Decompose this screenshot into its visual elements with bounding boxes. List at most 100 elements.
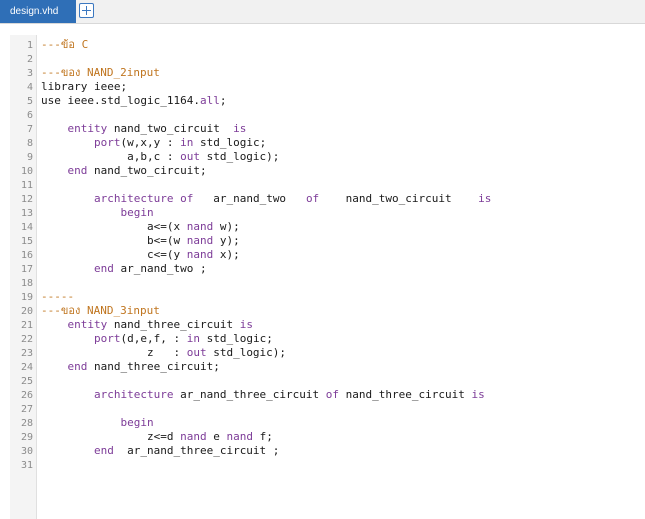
line-number: 27 bbox=[20, 404, 33, 415]
keyword-token: in bbox=[186, 332, 200, 345]
plus-square-icon[interactable] bbox=[79, 3, 94, 18]
line-number: 18 bbox=[20, 278, 33, 289]
code-line[interactable]: 26 architecture ar_nand_three_circuit of… bbox=[10, 388, 645, 402]
code-line[interactable]: 28 begin bbox=[10, 416, 645, 430]
code-token: f; bbox=[252, 430, 273, 443]
keyword-token: out bbox=[186, 346, 207, 359]
code-text: begin bbox=[41, 416, 153, 430]
code-line[interactable]: 29 z<=d nand e nand f; bbox=[10, 430, 645, 444]
code-token: ar_nand_three_circuit bbox=[173, 388, 326, 401]
code-line[interactable]: 24 end nand_three_circuit; bbox=[10, 360, 645, 374]
code-text: entity nand_three_circuit is bbox=[41, 318, 253, 332]
code-line[interactable]: 17 end ar_nand_two ; bbox=[10, 262, 645, 276]
code-token: x); bbox=[213, 248, 240, 261]
line-number: 12 bbox=[20, 194, 33, 205]
code-line[interactable]: 7 entity nand_two_circuit is bbox=[10, 122, 645, 136]
line-number: 6 bbox=[26, 110, 33, 121]
code-line[interactable]: 31 bbox=[10, 458, 645, 472]
code-token: ; bbox=[219, 94, 227, 107]
code-text: end ar_nand_two ; bbox=[41, 262, 207, 276]
code-line[interactable]: 1 ---ข้อ C bbox=[10, 38, 645, 52]
tab-design-vhd[interactable]: design.vhd bbox=[0, 0, 76, 23]
code-text: ----- bbox=[41, 290, 74, 304]
line-number: 23 bbox=[20, 348, 33, 359]
code-token: use ieee.std_logic_1164. bbox=[41, 94, 200, 107]
line-number: 5 bbox=[26, 96, 33, 107]
keyword-token: out bbox=[180, 150, 200, 163]
code-line[interactable]: 18 bbox=[10, 276, 645, 290]
code-text: use ieee.std_logic_1164.all; bbox=[41, 94, 226, 108]
code-line[interactable]: 13 begin bbox=[10, 206, 645, 220]
code-line[interactable]: 30 end ar_nand_three_circuit ; bbox=[10, 444, 645, 458]
line-number: 31 bbox=[20, 460, 33, 471]
line-number: 29 bbox=[20, 432, 33, 443]
keyword-token: all bbox=[199, 94, 220, 107]
code-line[interactable]: 3 ---ของ NAND_2input bbox=[10, 66, 645, 80]
code-line[interactable]: 6 bbox=[10, 108, 645, 122]
keyword-token: of bbox=[325, 388, 340, 401]
code-token: std_logic; bbox=[199, 332, 273, 345]
code-line[interactable]: 21 entity nand_three_circuit is bbox=[10, 318, 645, 332]
line-number: 7 bbox=[26, 124, 33, 135]
code-text: z<=d nand e nand f; bbox=[41, 430, 273, 444]
line-number: 26 bbox=[20, 390, 33, 401]
keyword-token: is bbox=[233, 122, 247, 135]
code-line[interactable]: 16 c<=(y nand x); bbox=[10, 248, 645, 262]
keyword-token: architecture bbox=[93, 388, 174, 401]
code-line[interactable]: 9 a,b,c : out std_logic); bbox=[10, 150, 645, 164]
keyword-token: is bbox=[478, 192, 492, 205]
code-text: end ar_nand_three_circuit ; bbox=[41, 444, 279, 458]
code-token: a<=(x bbox=[41, 220, 187, 233]
code-text: end nand_two_circuit; bbox=[41, 164, 207, 178]
line-number: 3 bbox=[26, 68, 33, 79]
code-line[interactable]: 25 bbox=[10, 374, 645, 388]
code-text: begin bbox=[41, 206, 153, 220]
keyword-token: nand bbox=[226, 430, 253, 443]
comment-token: ---ของ NAND_2input bbox=[41, 66, 160, 79]
code-token: ar_nand_two ; bbox=[113, 262, 207, 275]
code-token: z<=d bbox=[41, 430, 181, 443]
line-number: 15 bbox=[20, 236, 33, 247]
line-number: 24 bbox=[20, 362, 33, 373]
code-line[interactable]: 22 port(d,e,f, : in std_logic; bbox=[10, 332, 645, 346]
code-token: nand_two_circuit; bbox=[87, 164, 207, 177]
code-line[interactable]: 19 ----- bbox=[10, 290, 645, 304]
code-token: y); bbox=[213, 234, 240, 247]
code-token: ar_nand_two bbox=[193, 192, 306, 205]
code-line[interactable]: 11 bbox=[10, 178, 645, 192]
code-text: end nand_three_circuit; bbox=[41, 360, 220, 374]
code-text: z : out std_logic); bbox=[41, 346, 286, 360]
line-number: 25 bbox=[20, 376, 33, 387]
code-line[interactable]: 8 port(w,x,y : in std_logic; bbox=[10, 136, 645, 150]
code-line[interactable]: 20 ---ของ NAND_3input bbox=[10, 304, 645, 318]
code-line[interactable]: 12 architecture of ar_nand_two of nand_t… bbox=[10, 192, 645, 206]
keyword-token: in bbox=[180, 136, 194, 149]
code-line[interactable]: 27 bbox=[10, 402, 645, 416]
keyword-token: entity bbox=[67, 318, 108, 331]
code-line[interactable]: 15 b<=(w nand y); bbox=[10, 234, 645, 248]
code-text: c<=(y nand x); bbox=[41, 248, 240, 262]
line-number: 20 bbox=[20, 306, 33, 317]
code-text: a<=(x nand w); bbox=[41, 220, 240, 234]
code-token: library ieee; bbox=[41, 80, 128, 93]
code-line[interactable]: 23 z : out std_logic); bbox=[10, 346, 645, 360]
code-line[interactable]: 5 use ieee.std_logic_1164.all; bbox=[10, 94, 645, 108]
code-line[interactable]: 10 end nand_two_circuit; bbox=[10, 164, 645, 178]
code-line[interactable]: 2 bbox=[10, 52, 645, 66]
line-number: 14 bbox=[20, 222, 33, 233]
code-token: a,b,c : bbox=[41, 150, 181, 163]
code-line[interactable]: 4 library ieee; bbox=[10, 80, 645, 94]
code-editor[interactable]: 1 ---ข้อ C 2 3 ---ของ NAND_2input 4 library ie… bbox=[10, 35, 645, 519]
keyword-token: architecture bbox=[93, 192, 174, 205]
code-text: entity nand_two_circuit is bbox=[41, 122, 247, 136]
code-line[interactable]: 14 a<=(x nand w); bbox=[10, 220, 645, 234]
editor-tab-bar: design.vhd bbox=[0, 0, 645, 24]
